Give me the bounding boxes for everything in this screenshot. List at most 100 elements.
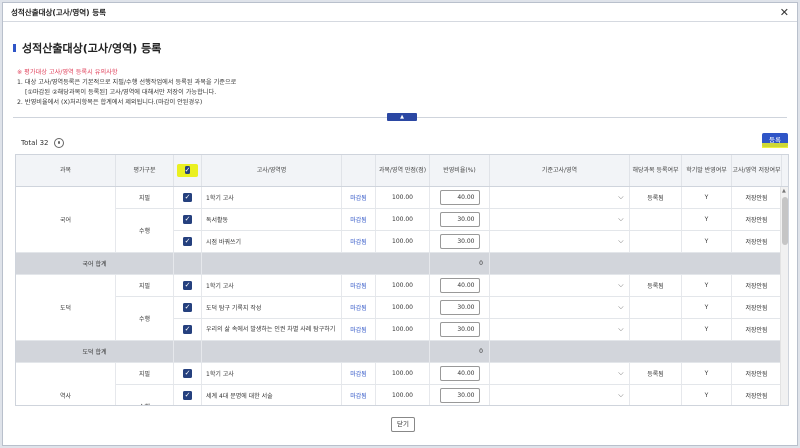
notice-box: ※ 평가대상 고사/영역 등록시 유의사항 1. 대상 고사/영역등록은 기본적…	[17, 68, 236, 108]
notice-warning: ※ 평가대상 고사/영역 등록시 유의사항	[17, 69, 118, 76]
eval-type-label: 지필	[116, 275, 174, 296]
row-checkbox[interactable]: ✓	[183, 237, 192, 246]
header-eval-type: 평가구분	[116, 155, 174, 186]
collapse-toggle-button[interactable]: ▲	[387, 113, 417, 121]
save-status: 저장안됨	[732, 385, 782, 405]
page-heading: 성적산출대상(고사/영역) 등록	[13, 40, 161, 56]
close-icon[interactable]: ✕	[780, 7, 789, 18]
row-checkbox[interactable]: ✓	[183, 391, 192, 400]
closed-status-link[interactable]: 마감됨	[342, 363, 376, 384]
row-checkbox-cell[interactable]: ✓	[174, 187, 202, 208]
data-grid: 과목 평가구분 ✓ 고사/영역명 과목/영역 만점(점) 반영비율(%) 기준고…	[15, 154, 789, 406]
header-subject: 과목	[16, 155, 116, 186]
register-button[interactable]: 등록	[762, 133, 788, 148]
ratio-cell: 30.00	[430, 231, 490, 252]
closed-status-link[interactable]: 마감됨	[342, 209, 376, 230]
ratio-input[interactable]: 40.00	[439, 190, 480, 205]
exam-name: 독서활동	[202, 209, 342, 230]
closed-status-link[interactable]: 마감됨	[342, 231, 376, 252]
ratio-input[interactable]: 30.00	[439, 234, 480, 249]
ratio-input[interactable]: 30.00	[439, 322, 480, 337]
base-exam-select[interactable]: ⌵	[492, 366, 628, 381]
closed-status-link[interactable]: 마감됨	[342, 319, 376, 340]
base-exam-select[interactable]: ⌵	[492, 388, 628, 403]
grid-header: 과목 평가구분 ✓ 고사/영역명 과목/영역 만점(점) 반영비율(%) 기준고…	[16, 155, 788, 187]
ratio-cell: 30.00	[430, 209, 490, 230]
base-exam-select[interactable]: ⌵	[492, 278, 628, 293]
row-checkbox-cell[interactable]: ✓	[174, 297, 202, 318]
ratio-input[interactable]: 40.00	[439, 366, 480, 381]
max-score: 100.00	[376, 209, 430, 230]
window-title: 성적산출대상(고사/영역) 등록	[11, 7, 107, 17]
row-checkbox-cell[interactable]: ✓	[174, 385, 202, 405]
row-checkbox[interactable]: ✓	[183, 325, 192, 334]
notice-line-1: 1. 대상 고사/영역등록은 기본적으로 지필/수행 선행작업에서 등록된 과목…	[17, 79, 237, 86]
base-exam-select[interactable]: ⌵	[492, 234, 628, 249]
save-status: 저장안됨	[732, 275, 782, 296]
base-exam-cell: ⌵	[490, 363, 630, 384]
row-checkbox[interactable]: ✓	[183, 303, 192, 312]
subtotal-label: 도덕 합계	[16, 341, 174, 362]
registered-status	[630, 231, 682, 252]
subtotal-label: 국어 합계	[16, 253, 174, 274]
exam-name: 1학기 고사	[202, 187, 342, 208]
semester-end-flag: Y	[682, 231, 732, 252]
base-exam-select[interactable]: ⌵	[492, 300, 628, 315]
ratio-cell: 30.00	[430, 385, 490, 405]
scroll-up-icon[interactable]: ▲	[782, 188, 786, 194]
ratio-cell: 40.00	[430, 187, 490, 208]
base-exam-cell: ⌵	[490, 187, 630, 208]
ratio-input[interactable]: 40.00	[439, 278, 480, 293]
ratio-input[interactable]: 30.00	[439, 300, 480, 315]
header-base-exam: 기준고사/영역	[490, 155, 630, 186]
header-saved: 고사/영역 저장여부	[732, 155, 782, 186]
ratio-input[interactable]: 30.00	[439, 388, 480, 403]
base-exam-select[interactable]: ⌵	[492, 322, 628, 337]
subtotal-row: 국어 합계 0	[16, 253, 788, 275]
select-all-checkbox[interactable]: ✓	[184, 166, 191, 174]
ratio-input[interactable]: 30.00	[439, 212, 480, 227]
base-exam-cell: ⌵	[490, 385, 630, 405]
subject-label: 국어	[16, 187, 116, 252]
save-status: 저장안됨	[732, 209, 782, 230]
row-checkbox[interactable]: ✓	[183, 281, 192, 290]
row-checkbox-cell[interactable]: ✓	[174, 275, 202, 296]
empty-cell	[174, 341, 202, 362]
notice-line-1b: [①마감된 ②해당과목이 등록된] 고사/영역에 대해서만 저장이 가능합니다.	[25, 89, 217, 96]
row-checkbox-cell[interactable]: ✓	[174, 363, 202, 384]
page-title: 성적산출대상(고사/영역) 등록	[22, 42, 162, 55]
header-max-score: 과목/영역 만점(점)	[376, 155, 430, 186]
registered-status: 등록됨	[630, 275, 682, 296]
registered-status: 등록됨	[630, 187, 682, 208]
closed-status-link[interactable]: 마감됨	[342, 187, 376, 208]
max-score: 100.00	[376, 385, 430, 405]
save-status: 저장안됨	[732, 187, 782, 208]
base-exam-select[interactable]: ⌵	[492, 190, 628, 205]
registered-status	[630, 319, 682, 340]
subject-label: 역사	[16, 363, 116, 405]
gear-icon[interactable]	[54, 138, 65, 148]
closed-status-link[interactable]: 마감됨	[342, 275, 376, 296]
subtotal-sum: 0	[430, 341, 490, 362]
registered-status	[630, 385, 682, 405]
header-semester-end: 학기말 반영여부	[682, 155, 732, 186]
row-checkbox-cell[interactable]: ✓	[174, 231, 202, 252]
max-score: 100.00	[376, 187, 430, 208]
closed-status-link[interactable]: 마감됨	[342, 385, 376, 405]
close-button[interactable]: 닫기	[391, 417, 415, 432]
row-checkbox-cell[interactable]: ✓	[174, 319, 202, 340]
closed-status-link[interactable]: 마감됨	[342, 297, 376, 318]
base-exam-cell: ⌵	[490, 231, 630, 252]
base-exam-cell: ⌵	[490, 275, 630, 296]
base-exam-select[interactable]: ⌵	[492, 212, 628, 227]
row-checkbox-cell[interactable]: ✓	[174, 209, 202, 230]
row-checkbox[interactable]: ✓	[183, 215, 192, 224]
vertical-scrollbar[interactable]: ▲	[780, 187, 788, 405]
semester-end-flag: Y	[682, 297, 732, 318]
row-checkbox[interactable]: ✓	[183, 369, 192, 378]
header-select-all[interactable]: ✓	[174, 155, 202, 186]
max-score: 100.00	[376, 319, 430, 340]
base-exam-cell: ⌵	[490, 297, 630, 318]
row-checkbox[interactable]: ✓	[183, 193, 192, 202]
scroll-thumb[interactable]	[782, 197, 788, 245]
